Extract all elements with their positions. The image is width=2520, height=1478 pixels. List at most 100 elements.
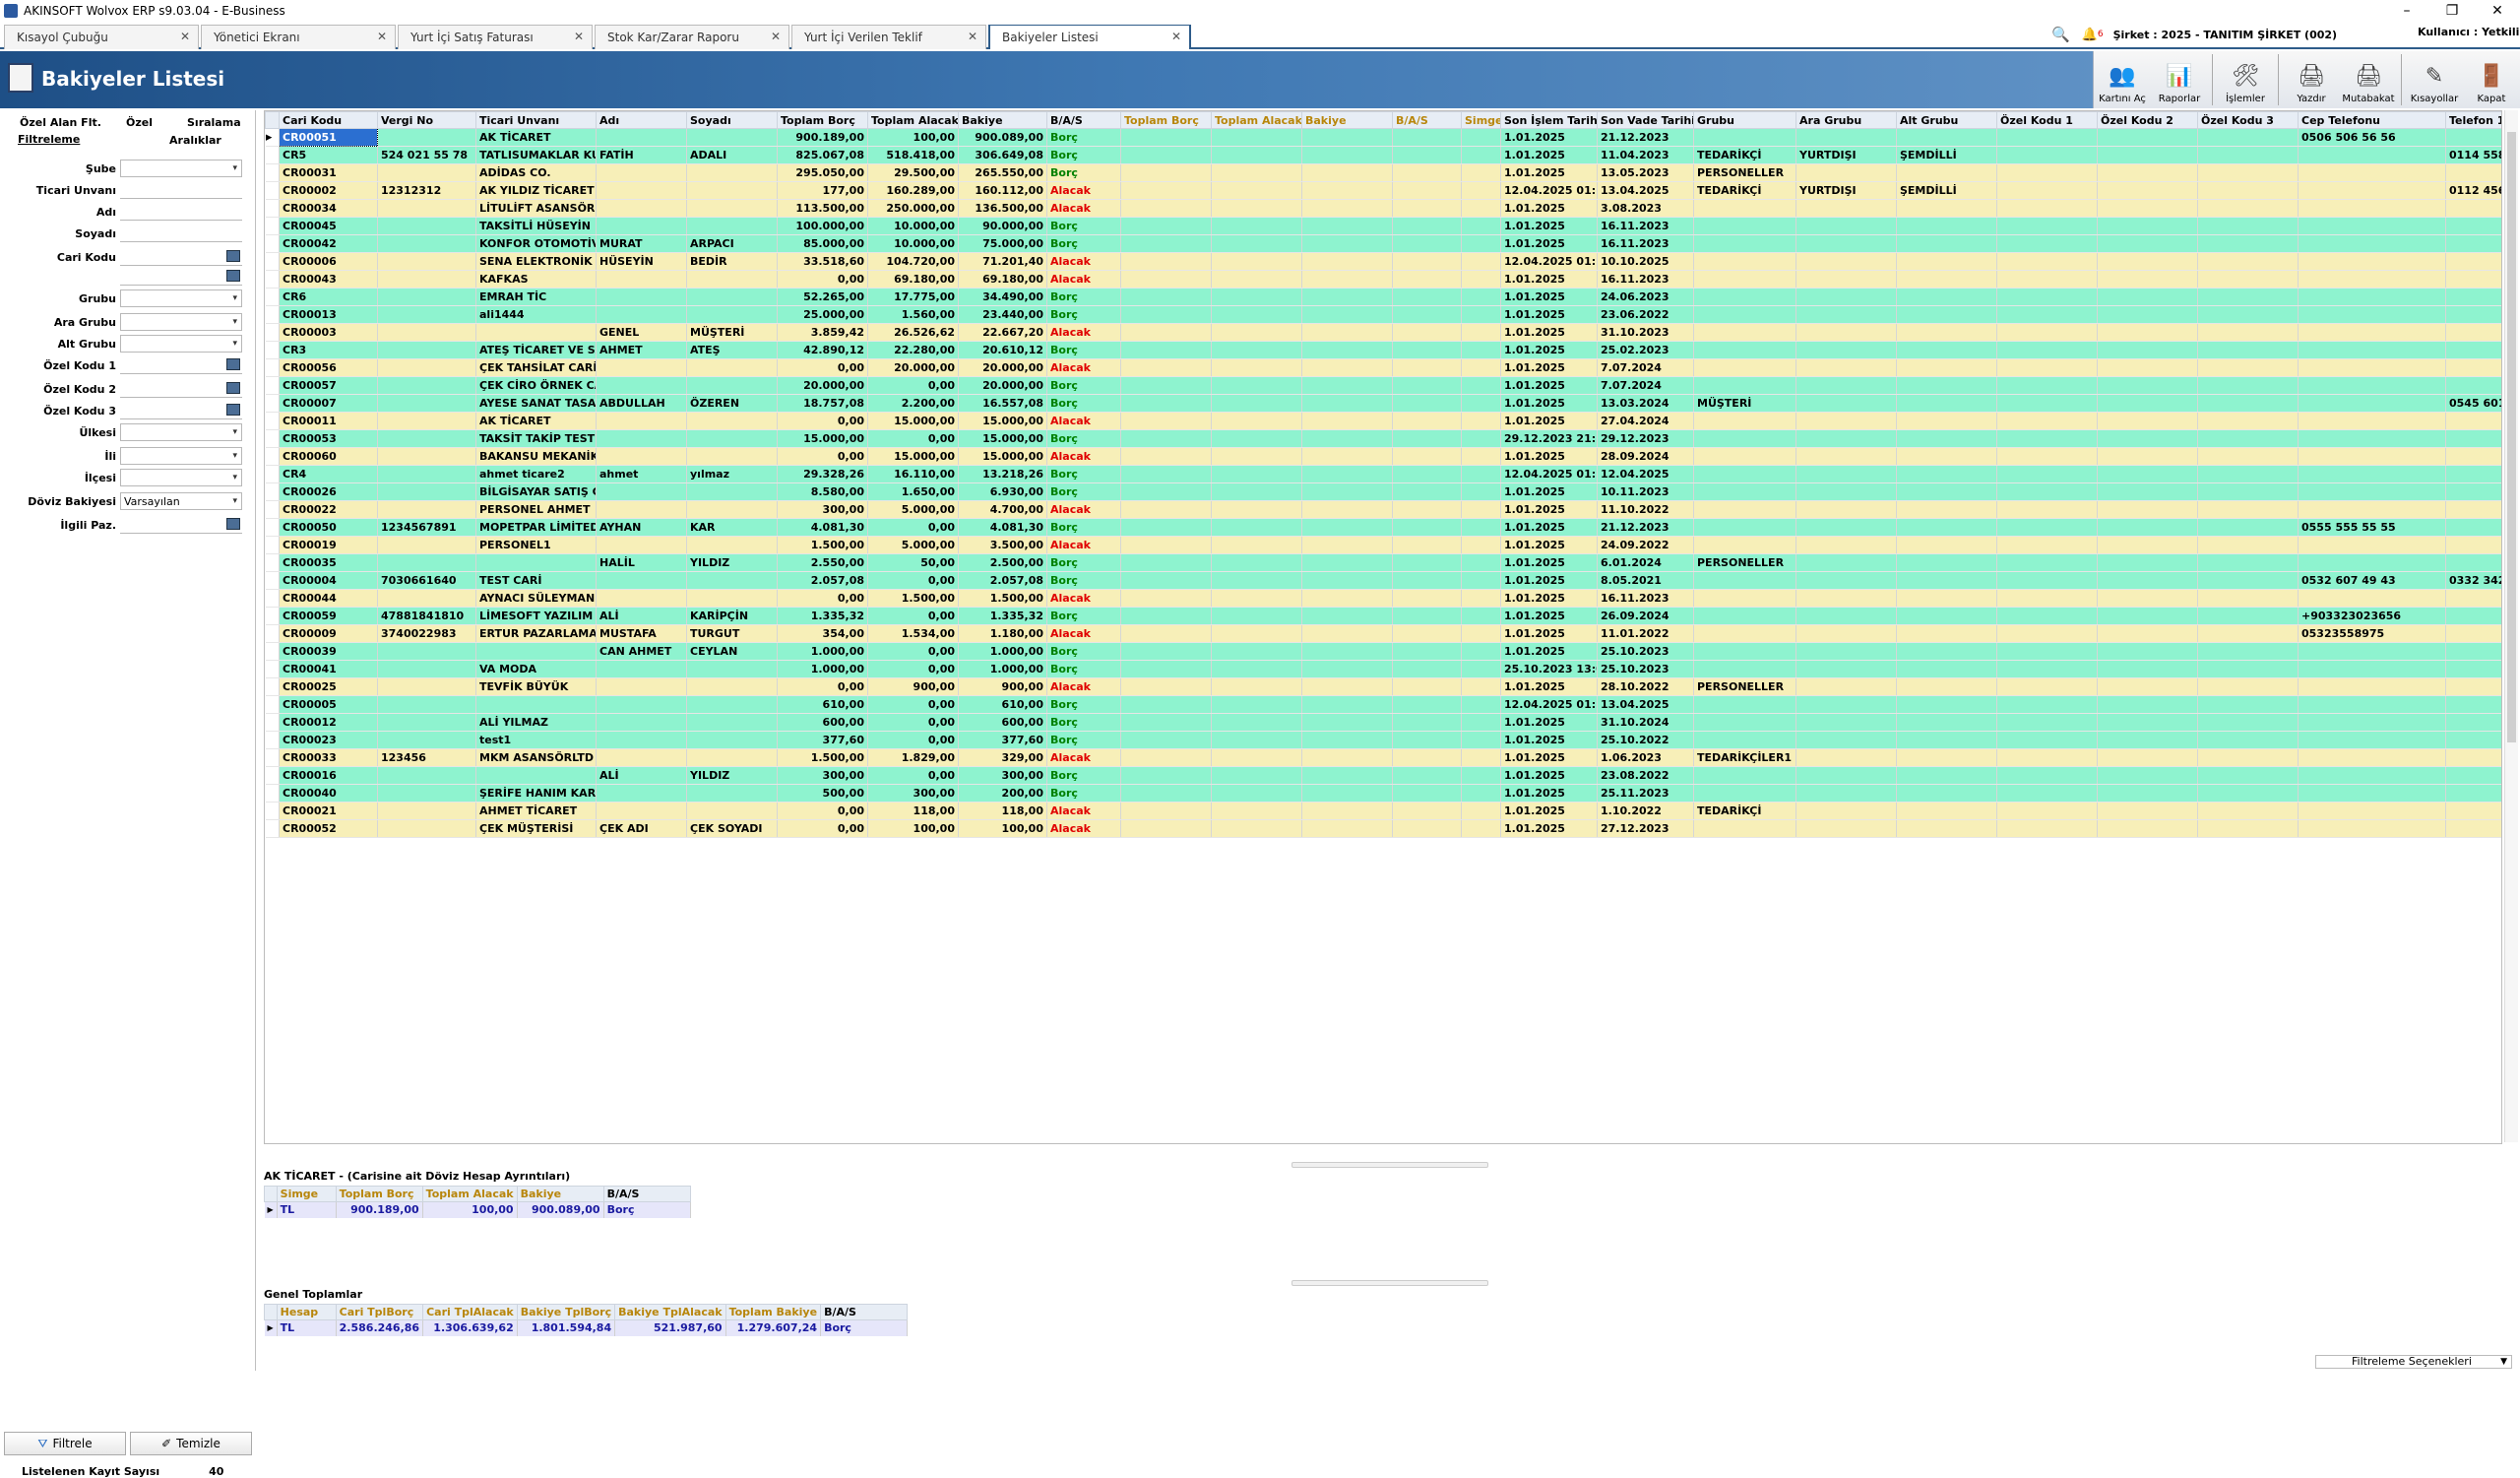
table-cell[interactable]: Alacak bbox=[1046, 500, 1121, 519]
table-cell[interactable] bbox=[1211, 766, 1302, 785]
table-cell[interactable]: 1.180,00 bbox=[958, 624, 1047, 643]
table-cell[interactable] bbox=[1461, 571, 1501, 590]
table-cell[interactable] bbox=[1461, 305, 1501, 324]
table-cell[interactable] bbox=[1301, 234, 1393, 253]
table-cell[interactable]: 1.01.2025 bbox=[1500, 607, 1598, 625]
table-cell[interactable]: 20.000,00 bbox=[958, 376, 1047, 395]
table-cell[interactable] bbox=[596, 305, 687, 324]
table-cell[interactable]: YILDIZ bbox=[686, 553, 778, 572]
table-cell[interactable]: 1.01.2025 bbox=[1500, 589, 1598, 608]
table-cell[interactable] bbox=[1211, 713, 1302, 732]
table-cell[interactable]: 1.01.2025 bbox=[1500, 500, 1598, 519]
table-cell[interactable] bbox=[596, 677, 687, 696]
table-cell[interactable] bbox=[2298, 819, 2446, 838]
tab-close-icon[interactable]: ✕ bbox=[574, 30, 584, 43]
table-cell[interactable]: 29.12.2023 bbox=[1597, 429, 1694, 448]
table-cell[interactable] bbox=[2197, 358, 2299, 377]
table-cell[interactable] bbox=[596, 376, 687, 395]
table-cell[interactable] bbox=[2445, 695, 2501, 714]
table-cell[interactable] bbox=[1301, 536, 1393, 554]
table-cell[interactable] bbox=[2097, 412, 2198, 430]
filter-input[interactable]: ▾ bbox=[120, 160, 242, 177]
table-cell[interactable] bbox=[1120, 819, 1212, 838]
table-cell[interactable] bbox=[2197, 536, 2299, 554]
table-cell[interactable]: test1 bbox=[475, 731, 597, 749]
table-cell[interactable] bbox=[1996, 784, 2098, 803]
table-cell[interactable] bbox=[686, 784, 778, 803]
table-cell[interactable]: CR00035 bbox=[279, 553, 378, 572]
table-cell[interactable]: 23.08.2022 bbox=[1597, 766, 1694, 785]
table-cell[interactable] bbox=[1301, 695, 1393, 714]
table-cell[interactable] bbox=[2197, 713, 2299, 732]
table-cell[interactable] bbox=[2298, 429, 2446, 448]
table-cell[interactable] bbox=[1896, 234, 1997, 253]
table-cell[interactable] bbox=[1896, 624, 1997, 643]
table-cell[interactable] bbox=[1120, 465, 1212, 483]
table-cell[interactable] bbox=[1211, 748, 1302, 767]
table-cell[interactable] bbox=[1211, 323, 1302, 342]
table-cell[interactable] bbox=[377, 163, 476, 182]
table-cell[interactable] bbox=[2197, 305, 2299, 324]
table-cell[interactable]: Alacak bbox=[1046, 748, 1121, 767]
table-cell[interactable] bbox=[686, 429, 778, 448]
table-cell[interactable]: CR00025 bbox=[279, 677, 378, 696]
table-cell[interactable] bbox=[377, 270, 476, 289]
table-cell[interactable] bbox=[1211, 181, 1302, 200]
table-cell[interactable]: 300,00 bbox=[777, 766, 868, 785]
table-cell[interactable] bbox=[1120, 270, 1212, 289]
table-cell[interactable] bbox=[1211, 412, 1302, 430]
table-cell[interactable] bbox=[1392, 500, 1462, 519]
table-cell[interactable] bbox=[1796, 607, 1897, 625]
table-cell[interactable]: ATEŞ bbox=[686, 341, 778, 359]
tab-stok-kar-zarar[interactable]: Stok Kar/Zarar Raporu ✕ bbox=[595, 25, 789, 49]
table-cell[interactable] bbox=[1301, 731, 1393, 749]
table-cell[interactable] bbox=[1693, 518, 1796, 537]
table-cell[interactable] bbox=[1392, 305, 1462, 324]
table-cell[interactable] bbox=[2197, 128, 2299, 147]
table-row[interactable]: CR00031 ADİDAS CO. 295.050,00 29.500,00 265.… bbox=[265, 163, 2501, 182]
table-cell[interactable]: 0,00 bbox=[867, 571, 959, 590]
table-cell[interactable] bbox=[1461, 802, 1501, 820]
table-cell[interactable] bbox=[1211, 695, 1302, 714]
table-cell[interactable]: 1.01.2025 bbox=[1500, 748, 1598, 767]
table-cell[interactable] bbox=[1693, 660, 1796, 678]
table-cell[interactable]: Borç bbox=[1046, 553, 1121, 572]
table-cell[interactable]: 825.067,08 bbox=[777, 146, 868, 164]
table-cell[interactable] bbox=[1392, 731, 1462, 749]
lookup-icon[interactable] bbox=[226, 404, 240, 416]
table-cell[interactable] bbox=[1896, 429, 1997, 448]
table-cell[interactable]: 7.07.2024 bbox=[1597, 376, 1694, 395]
table-cell[interactable]: ÇEK ADI bbox=[596, 819, 687, 838]
table-cell[interactable] bbox=[1211, 199, 1302, 218]
table-cell[interactable]: 100,00 bbox=[958, 819, 1047, 838]
table-cell[interactable]: 4.700,00 bbox=[958, 500, 1047, 519]
table-cell[interactable] bbox=[1896, 128, 1997, 147]
table-row[interactable]: CR00040 ŞERİFE HANIM KARIP 500,00 300,00 200… bbox=[265, 784, 2501, 803]
table-cell[interactable] bbox=[2445, 376, 2501, 395]
table-cell[interactable]: 15.000,00 bbox=[867, 412, 959, 430]
reconciliation-button[interactable]: 🖨 Mutabakat bbox=[2340, 51, 2397, 108]
table-row[interactable]: CR00060 BAKANSU MEKANİK 0,00 15.000,00 15.00… bbox=[265, 447, 2501, 466]
table-cell[interactable]: Borç bbox=[1046, 288, 1121, 306]
table-cell[interactable]: BEDİR bbox=[686, 252, 778, 271]
table-cell[interactable] bbox=[1996, 802, 2098, 820]
table-cell[interactable]: 521.987,60 bbox=[614, 1319, 726, 1336]
table-cell[interactable] bbox=[2445, 305, 2501, 324]
table-row[interactable]: CR00007 AYESE SANAT TASARI ABDULLAH ÖZEREN 1… bbox=[265, 394, 2501, 413]
table-cell[interactable]: CR00052 bbox=[279, 819, 378, 838]
table-cell[interactable]: 2.500,00 bbox=[958, 553, 1047, 572]
table-cell[interactable]: 52.265,00 bbox=[777, 288, 868, 306]
totals-table[interactable]: Hesap Cari TplBorç Cari TplAlacak Bakiye Tp… bbox=[264, 1304, 909, 1336]
table-cell[interactable] bbox=[2298, 802, 2446, 820]
filter-input[interactable] bbox=[120, 268, 242, 286]
table-cell[interactable]: 10.11.2023 bbox=[1597, 482, 1694, 501]
column-header[interactable]: Soyadı bbox=[686, 111, 778, 129]
table-cell[interactable]: 15.000,00 bbox=[958, 429, 1047, 448]
table-cell[interactable] bbox=[1392, 412, 1462, 430]
lookup-icon[interactable] bbox=[226, 358, 240, 370]
table-cell[interactable]: TEVFİK BÜYÜK bbox=[475, 677, 597, 696]
table-cell[interactable] bbox=[686, 217, 778, 235]
table-cell[interactable]: 16.11.2023 bbox=[1597, 217, 1694, 235]
table-cell[interactable]: 1.335,32 bbox=[777, 607, 868, 625]
table-cell[interactable]: ŞEMDİLLİ bbox=[1896, 181, 1997, 200]
